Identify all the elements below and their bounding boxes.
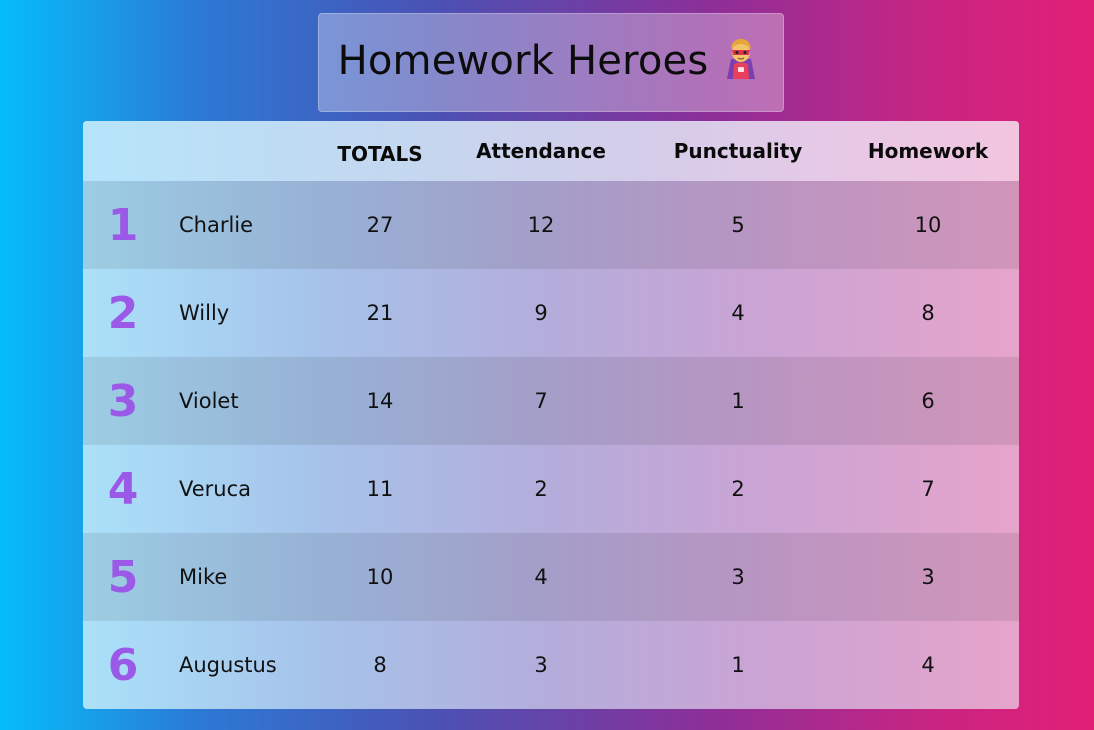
title-banner: Homework Heroes: [318, 13, 784, 112]
punctuality-value: 2: [731, 477, 745, 501]
rank-number: 4: [107, 463, 139, 515]
totals-value: 14: [366, 389, 394, 413]
header-homework: Homework: [867, 139, 989, 163]
totals-value: 8: [373, 653, 387, 677]
rank-number: 5: [107, 551, 139, 603]
rank-number: 1: [107, 199, 139, 251]
table-row: 4 Veruca 11 2 2 7: [83, 445, 1019, 533]
homework-value: 4: [921, 653, 935, 677]
homework-value: 7: [921, 477, 935, 501]
superhero-icon: [718, 35, 764, 91]
attendance-value: 3: [534, 653, 548, 677]
table-row: 2 Willy 21 9 4 8: [83, 269, 1019, 357]
table-row: 1 Charlie 27 12 5 10: [83, 181, 1019, 269]
homework-value: 3: [921, 565, 935, 589]
totals-value: 21: [366, 301, 394, 325]
punctuality-value: 5: [731, 213, 745, 237]
totals-value: 11: [366, 477, 394, 501]
totals-value: 10: [366, 565, 394, 589]
punctuality-value: 1: [731, 653, 745, 677]
header-attendance: Attendance: [476, 139, 606, 163]
attendance-value: 9: [534, 301, 548, 325]
punctuality-value: 4: [731, 301, 745, 325]
table-row: 3 Violet 14 7 1 6: [83, 357, 1019, 445]
rank-number: 2: [107, 287, 139, 339]
attendance-value: 2: [534, 477, 548, 501]
attendance-value: 12: [527, 213, 555, 237]
table-row: 6 Augustus 8 3 1 4: [83, 621, 1019, 709]
homework-value: 8: [921, 301, 935, 325]
page-title: Homework Heroes: [338, 35, 765, 91]
header-rank: [83, 121, 163, 181]
homework-value: 10: [914, 213, 942, 237]
table-row: 5 Mike 10 4 3 3: [83, 533, 1019, 621]
rank-number: 6: [107, 639, 139, 691]
homework-value: 6: [921, 389, 935, 413]
header-punctuality: Punctuality: [673, 139, 803, 163]
page-title-text: Homework Heroes: [337, 37, 709, 84]
attendance-value: 7: [534, 389, 548, 413]
totals-value: 27: [366, 213, 394, 237]
leaderboard-table: TOTALS Attendance Punctuality Homework 1…: [83, 121, 1019, 709]
punctuality-value: 1: [731, 389, 745, 413]
header-totals: TOTALS: [337, 142, 423, 166]
rank-number: 3: [107, 375, 139, 427]
attendance-value: 4: [534, 565, 548, 589]
punctuality-value: 3: [731, 565, 745, 589]
table-header-row: TOTALS Attendance Punctuality Homework: [83, 121, 1019, 181]
